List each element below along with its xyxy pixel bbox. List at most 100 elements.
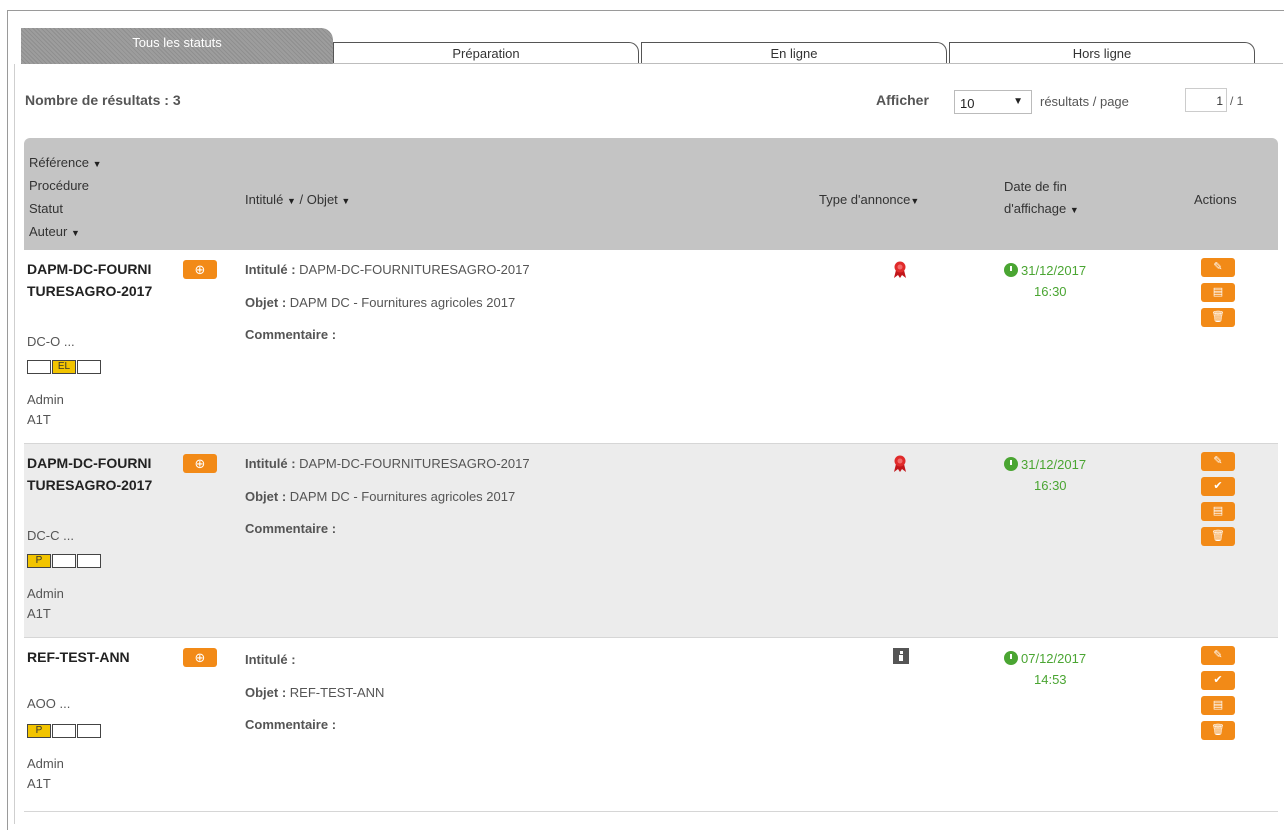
row-author: Admin A1T	[27, 586, 64, 621]
trash-icon: 🗑	[1211, 311, 1225, 323]
row-date: 07/12/2017 14:53	[1004, 648, 1086, 690]
per-page-value: 10	[960, 96, 975, 111]
table-header: Référence ▼ Procédure Statut Auteur ▼ In…	[24, 138, 1278, 250]
delete-button[interactable]: 🗑	[1201, 527, 1235, 546]
sort-down-icon: ▼	[70, 228, 80, 238]
tab-preparation[interactable]: Préparation	[333, 42, 639, 65]
header-statut: Statut	[29, 201, 63, 216]
book-button[interactable]: ▤	[1201, 696, 1235, 715]
per-page-suffix: résultats / page	[1040, 94, 1129, 109]
row-objet: Objet : DAPM DC - Fournitures agricoles …	[245, 295, 516, 310]
row-intitule: Intitulé :	[245, 652, 296, 667]
book-icon: ▤	[1212, 286, 1224, 298]
status-box	[52, 554, 76, 568]
edit-icon: ✎	[1213, 455, 1223, 467]
row-commentaire: Commentaire :	[245, 717, 337, 732]
row-commentaire: Commentaire :	[245, 521, 337, 536]
row-reference[interactable]: REF-TEST-ANN	[27, 646, 157, 668]
row-date: 31/12/2017 16:30	[1004, 454, 1086, 496]
row-actions: ✎ ▤ 🗑	[1201, 258, 1235, 333]
status-box	[77, 724, 101, 738]
header-intitule-objet[interactable]: Intitulé ▼ / Objet ▼	[245, 189, 350, 212]
chevron-down-icon: ▼	[1013, 96, 1023, 107]
status-box	[77, 554, 101, 568]
per-page-label: Afficher	[876, 92, 929, 108]
clock-icon	[1004, 457, 1018, 471]
sort-down-icon: ▼	[286, 196, 296, 206]
header-date-fin[interactable]: Date de fin d'affichage ▼	[1004, 176, 1079, 221]
row-status: P	[27, 724, 102, 738]
header-reference[interactable]: Référence ▼	[29, 152, 102, 175]
header-procedure: Procédure	[29, 178, 89, 193]
tab-en-ligne[interactable]: En ligne	[641, 42, 947, 65]
sort-down-icon: ▼	[341, 196, 351, 206]
status-box	[77, 360, 101, 374]
sort-down-icon: ▼	[910, 196, 920, 206]
zoom-icon: ⊕	[194, 650, 206, 665]
row-commentaire: Commentaire :	[245, 327, 337, 342]
per-page-select[interactable]: 10 ▼	[954, 90, 1032, 114]
header-auteur[interactable]: Auteur ▼	[29, 221, 80, 244]
ribbon-icon	[893, 455, 907, 476]
row-date: 31/12/2017 16:30	[1004, 260, 1086, 302]
check-icon: ✔	[1213, 480, 1223, 492]
row-procedure: DC-O ...	[27, 334, 75, 349]
table-row: DAPM-DC-FOURNITURESAGRO-2017 DC-O ... EL…	[24, 250, 1278, 444]
edit-button[interactable]: ✎	[1201, 452, 1235, 471]
row-status: EL	[27, 360, 102, 374]
check-icon: ✔	[1213, 674, 1223, 686]
row-actions: ✎ ✔ ▤ 🗑	[1201, 646, 1235, 746]
header-type-annonce[interactable]: Type d'annonce▼	[819, 189, 919, 212]
tab-tous-les-statuts[interactable]: Tous les statuts	[21, 28, 333, 64]
table-row: DAPM-DC-FOURNITURESAGRO-2017 DC-C ... P …	[24, 444, 1278, 638]
row-status: P	[27, 554, 102, 568]
zoom-button[interactable]: ⊕	[183, 648, 217, 667]
ribbon-icon	[893, 261, 907, 282]
trash-icon: 🗑	[1211, 724, 1225, 736]
tab-hors-ligne[interactable]: Hors ligne	[949, 42, 1255, 65]
status-box	[27, 360, 51, 374]
status-box-active: P	[27, 724, 51, 738]
status-box	[52, 724, 76, 738]
row-procedure: AOO ...	[27, 696, 71, 711]
delete-button[interactable]: 🗑	[1201, 308, 1235, 327]
book-button[interactable]: ▤	[1201, 283, 1235, 302]
edit-button[interactable]: ✎	[1201, 646, 1235, 665]
page-number-input[interactable]: 1	[1185, 88, 1227, 112]
row-reference[interactable]: DAPM-DC-FOURNITURESAGRO-2017	[27, 452, 157, 496]
row-objet: Objet : REF-TEST-ANN	[245, 685, 385, 700]
edit-icon: ✎	[1213, 649, 1223, 661]
trash-icon: 🗑	[1211, 530, 1225, 542]
clock-icon	[1004, 651, 1018, 665]
table-row: REF-TEST-ANN AOO ... P Admin A1T ⊕ Intitu…	[24, 638, 1278, 812]
header-actions: Actions	[1194, 192, 1237, 207]
status-box-active: P	[27, 554, 51, 568]
clock-icon	[1004, 263, 1018, 277]
edit-icon: ✎	[1213, 261, 1223, 273]
results-count: Nombre de résultats : 3	[25, 92, 181, 108]
zoom-button[interactable]: ⊕	[183, 260, 217, 279]
row-reference[interactable]: DAPM-DC-FOURNITURESAGRO-2017	[27, 258, 157, 302]
validate-button[interactable]: ✔	[1201, 477, 1235, 496]
page-total: / 1	[1230, 94, 1244, 108]
validate-button[interactable]: ✔	[1201, 671, 1235, 690]
book-icon: ▤	[1212, 505, 1224, 517]
delete-button[interactable]: 🗑	[1201, 721, 1235, 740]
status-box-active: EL	[52, 360, 76, 374]
book-icon: ▤	[1212, 699, 1224, 711]
sort-down-icon: ▼	[1069, 205, 1079, 215]
zoom-icon: ⊕	[194, 456, 206, 471]
book-button[interactable]: ▤	[1201, 502, 1235, 521]
row-actions: ✎ ✔ ▤ 🗑	[1201, 452, 1235, 552]
row-author: Admin A1T	[27, 756, 64, 791]
row-intitule: Intitulé : DAPM-DC-FOURNITURESAGRO-2017	[245, 456, 530, 471]
info-icon	[893, 648, 909, 667]
row-objet: Objet : DAPM DC - Fournitures agricoles …	[245, 489, 516, 504]
zoom-button[interactable]: ⊕	[183, 454, 217, 473]
row-procedure: DC-C ...	[27, 528, 74, 543]
sort-down-icon: ▼	[92, 159, 102, 169]
zoom-icon: ⊕	[194, 262, 206, 277]
row-intitule: Intitulé : DAPM-DC-FOURNITURESAGRO-2017	[245, 262, 530, 277]
edit-button[interactable]: ✎	[1201, 258, 1235, 277]
row-author: Admin A1T	[27, 392, 64, 427]
